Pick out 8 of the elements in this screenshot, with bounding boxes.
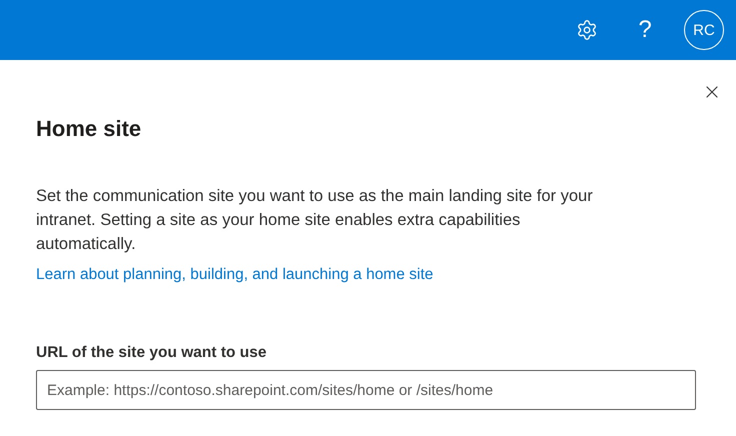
description-text: Set the communication site you want to use as the main landing site for your intranet. Setting a site as your home site enables extra capabilities automatically. bbox=[36, 186, 594, 255]
field-label: URL of the site you want to use bbox=[36, 344, 267, 362]
url-input-field[interactable]: Example: https://contoso.sharepoint.com/sites/home or /sites/home bbox=[36, 370, 696, 410]
help-button[interactable]: ? bbox=[616, 6, 674, 54]
learn-link[interactable]: Learn about planning, building, and launching a home site bbox=[36, 266, 434, 284]
panel-title: Home site bbox=[36, 116, 142, 142]
avatar-button[interactable]: RC bbox=[684, 10, 724, 50]
gear-icon bbox=[576, 19, 598, 41]
